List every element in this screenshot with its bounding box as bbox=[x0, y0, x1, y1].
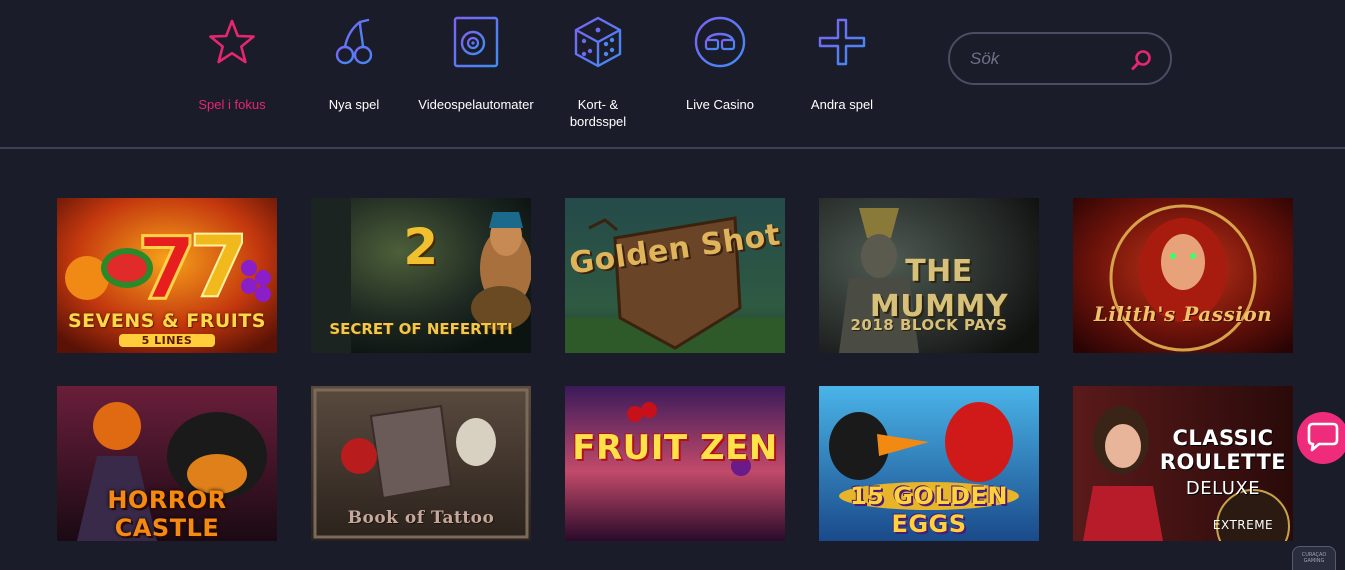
game-tile-fruit-zen[interactable]: FRUIT ZEN bbox=[565, 386, 785, 541]
nav-divider bbox=[0, 147, 1345, 149]
game-tile-the-mummy[interactable]: THE MUMMY 2018 BLOCK PAYS bbox=[819, 198, 1039, 353]
game-title: SECRET OF NEFERTITI bbox=[329, 320, 513, 338]
game-title: THE MUMMY bbox=[869, 254, 1009, 324]
slot-reel-icon bbox=[453, 16, 499, 68]
nav-label: Videospelautomater bbox=[418, 97, 534, 112]
chat-button[interactable] bbox=[1297, 412, 1345, 464]
game-extra-label: EXTREME bbox=[1212, 518, 1274, 532]
game-title: HORROR CASTLE bbox=[107, 486, 227, 541]
nav-item-live-casino[interactable]: Live Casino bbox=[650, 14, 790, 113]
game-title: Lilith's Passion bbox=[1093, 302, 1273, 326]
game-number: 2 bbox=[403, 218, 439, 276]
nav-item-kort-bordsspel[interactable]: Kort- & bordsspel bbox=[528, 14, 668, 130]
game-title: 15 GOLDEN EGGS bbox=[849, 482, 1009, 538]
game-title: FRUIT ZEN bbox=[572, 428, 778, 468]
casino-games-page: Spel i fokus Nya spel Videospelautomater… bbox=[0, 0, 1345, 570]
game-title: Book of Tattoo bbox=[347, 508, 495, 528]
game-title: SEVENS & FRUITS bbox=[68, 310, 266, 332]
nav-item-nya-spel[interactable]: Nya spel bbox=[284, 14, 424, 113]
game-title: CLASSIC ROULETTE bbox=[1159, 426, 1287, 474]
game-tile-secret-of-nefertiti[interactable]: 2 SECRET OF NEFERTITI bbox=[311, 198, 531, 353]
game-subtitle: 2018 BLOCK PAYS bbox=[850, 316, 1008, 334]
search-input[interactable] bbox=[970, 47, 1120, 71]
game-tile-horror-castle[interactable]: HORROR CASTLE bbox=[57, 386, 277, 541]
nav-item-videospelautomater[interactable]: Videospelautomater bbox=[406, 14, 546, 113]
chat-bubble-icon bbox=[1307, 422, 1339, 452]
nav-label: Andra spel bbox=[810, 97, 874, 112]
plus-icon bbox=[818, 18, 866, 66]
game-tile-book-of-tattoo[interactable]: Book of Tattoo bbox=[311, 386, 531, 541]
game-tile-liliths-passion[interactable]: Lilith's Passion bbox=[1073, 198, 1293, 353]
nav-label: Spel i fokus bbox=[198, 97, 266, 112]
game-subtitle: 5 LINES bbox=[119, 334, 215, 347]
game-thumbnail bbox=[1073, 198, 1293, 353]
cherries-icon bbox=[335, 18, 373, 65]
nav-label: Live Casino bbox=[686, 97, 754, 112]
dealer-icon bbox=[694, 16, 746, 68]
star-icon bbox=[209, 19, 255, 64]
game-tile-golden-shot[interactable]: Golden Shot bbox=[565, 198, 785, 353]
dice-icon bbox=[574, 16, 622, 68]
seal-text: CURAÇAO GAMING bbox=[1301, 552, 1327, 564]
nav-label: Nya spel bbox=[328, 97, 380, 112]
nav-item-andra-spel[interactable]: Andra spel bbox=[772, 14, 912, 113]
svg-text:7: 7 bbox=[189, 217, 249, 317]
gaming-license-seal[interactable]: CURAÇAO GAMING bbox=[1292, 546, 1336, 570]
game-tile-classic-roulette[interactable]: CLASSIC ROULETTE DELUXE EXTREME bbox=[1073, 386, 1293, 541]
game-tile-sevens-fruits[interactable]: 7 7 SEVENS & FRUITS 5 LINES bbox=[57, 198, 277, 353]
svg-text:7: 7 bbox=[137, 219, 197, 319]
category-nav: Spel i fokus Nya spel Videospelautomater… bbox=[0, 0, 1345, 148]
game-subtitle: DELUXE bbox=[1185, 478, 1261, 499]
search-icon[interactable] bbox=[1130, 49, 1154, 71]
nav-label: Kort- & bordsspel bbox=[569, 97, 627, 129]
nav-item-spel-i-fokus[interactable]: Spel i fokus bbox=[162, 14, 302, 113]
search-box bbox=[948, 32, 1172, 85]
game-tile-15-golden-eggs[interactable]: 15 GOLDEN EGGS bbox=[819, 386, 1039, 541]
